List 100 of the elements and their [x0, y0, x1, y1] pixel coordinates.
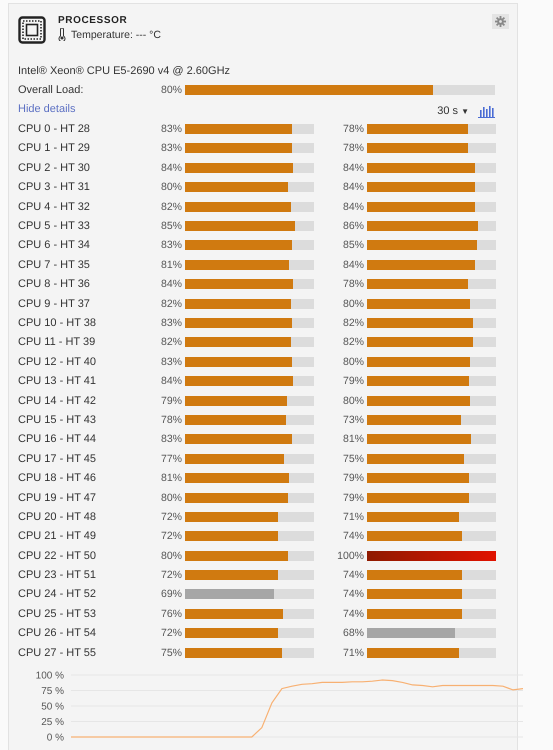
thread-reading: 84% [342, 181, 364, 194]
thread-reading: 82% [342, 316, 364, 329]
core-label: CPU 19 - HT 47 [18, 492, 98, 504]
thread-reading: 86% [342, 220, 364, 232]
thread-reading: 80% [342, 394, 364, 407]
thread-reading: 85% [342, 239, 364, 252]
core-reading: 72% [160, 510, 182, 523]
y-axis-label: 100 % [36, 670, 64, 682]
interval-dropdown[interactable]: 30 s ▼ [437, 105, 469, 118]
core-label: CPU 24 - HT 52 [18, 588, 98, 600]
bar-chart-icon[interactable] [478, 104, 495, 118]
core-label: CPU 7 - HT 35 [18, 258, 91, 271]
thread-reading: 75% [342, 452, 364, 465]
y-axis-label: 25 % [41, 717, 64, 728]
y-axis-label: 0 % [46, 732, 64, 744]
core-reading: 78% [160, 414, 182, 426]
overall-load-label: Overall Load: [18, 84, 84, 96]
cpu-model: Intel® Xeon® CPU E5-2690 v4 @ 2.60GHz [18, 64, 232, 79]
core-reading: 80% [160, 181, 182, 194]
thread-reading: 84% [342, 200, 364, 213]
core-label: CPU 21 - HT 49 [18, 530, 98, 542]
core-reading: 83% [160, 356, 182, 368]
core-reading: 72% [160, 627, 182, 640]
thread-reading: 73% [342, 414, 364, 426]
thread-reading: 78% [342, 123, 364, 136]
load-reading: 80% [160, 84, 182, 96]
core-label: CPU 20 - HT 48 [18, 510, 98, 523]
y-axis-label: 75 % [41, 686, 64, 698]
thread-reading: 80% [342, 356, 364, 368]
core-label: CPU 13 - HT 41 [18, 375, 98, 388]
temperature-text: Temperature: --- °C [71, 28, 161, 40]
thread-reading: 74% [342, 569, 364, 582]
core-reading: 82% [160, 336, 182, 348]
core-label: CPU 2 - HT 30 [18, 162, 91, 174]
core-reading: 79% [160, 394, 182, 407]
core-label: CPU 8 - HT 36 [18, 278, 91, 290]
core-reading: 83% [160, 142, 182, 154]
core-reading: 82% [160, 298, 182, 310]
thread-reading: 74% [342, 530, 364, 542]
thread-reading: 100% [336, 550, 364, 562]
thread-reading: 78% [342, 278, 364, 290]
y-axis-label: 50 % [41, 702, 64, 713]
core-reading: 83% [160, 123, 182, 136]
core-label: CPU 1 - HT 29 [18, 142, 91, 154]
core-reading: 83% [160, 433, 182, 446]
thread-reading: 80% [342, 298, 364, 310]
core-reading: 81% [160, 472, 182, 484]
core-label: CPU 26 - HT 54 [18, 627, 98, 640]
thread-reading: 84% [342, 162, 364, 174]
thread-reading: 84% [342, 258, 364, 271]
core-label: CPU 5 - HT 33 [18, 220, 91, 232]
core-reading: 80% [160, 492, 182, 504]
core-reading: 80% [160, 550, 182, 562]
core-reading: 75% [160, 646, 182, 659]
core-reading: 69% [160, 588, 182, 600]
core-label: CPU 27 - HT 55 [18, 646, 98, 659]
core-reading: 84% [160, 278, 182, 290]
core-label: CPU 4 - HT 32 [18, 200, 91, 213]
core-label: CPU 0 - HT 28 [18, 123, 91, 136]
processor-icon [18, 16, 46, 44]
core-reading: 76% [160, 608, 182, 620]
thread-reading: 68% [342, 627, 364, 640]
thread-reading: 79% [342, 472, 364, 484]
thread-reading: 82% [342, 336, 364, 348]
core-label: CPU 23 - HT 51 [18, 569, 98, 582]
core-label: CPU 25 - HT 53 [18, 608, 98, 620]
core-reading: 81% [160, 258, 182, 271]
hide-details-link[interactable]: Hide details [18, 103, 76, 116]
card-title: PROCESSOR [58, 15, 128, 26]
core-reading: 77% [160, 452, 182, 465]
core-label: CPU 17 - HT 45 [18, 452, 98, 465]
thread-reading: 78% [342, 142, 364, 154]
thread-reading: 79% [342, 375, 364, 388]
settings-button[interactable] [492, 14, 509, 29]
thread-reading: 79% [342, 492, 364, 504]
core-label: CPU 18 - HT 46 [18, 472, 98, 484]
thermometer-icon [58, 28, 66, 41]
core-reading: 84% [160, 375, 182, 388]
thread-reading: 71% [342, 646, 364, 659]
core-reading: 72% [160, 530, 182, 542]
core-label: CPU 10 - HT 38 [18, 316, 98, 329]
core-label: CPU 9 - HT 37 [18, 298, 91, 310]
core-reading: 72% [160, 569, 182, 582]
core-label: CPU 22 - HT 50 [18, 550, 98, 562]
thread-reading: 81% [342, 433, 364, 446]
core-label: CPU 6 - HT 34 [18, 239, 91, 252]
core-reading: 83% [160, 316, 182, 329]
core-label: CPU 3 - HT 31 [18, 181, 91, 194]
thread-reading: 74% [342, 608, 364, 620]
core-label: CPU 16 - HT 44 [18, 433, 98, 446]
thread-reading: 71% [342, 510, 364, 523]
core-label: CPU 11 - HT 39 [18, 336, 96, 348]
core-reading: 85% [160, 220, 182, 232]
core-reading: 83% [160, 239, 182, 252]
thread-reading: 74% [342, 588, 364, 600]
core-reading: 82% [160, 200, 182, 213]
core-label: CPU 14 - HT 42 [18, 394, 98, 407]
core-reading: 84% [160, 162, 182, 174]
core-label: CPU 15 - HT 43 [18, 414, 98, 426]
core-label: CPU 12 - HT 40 [18, 356, 98, 368]
